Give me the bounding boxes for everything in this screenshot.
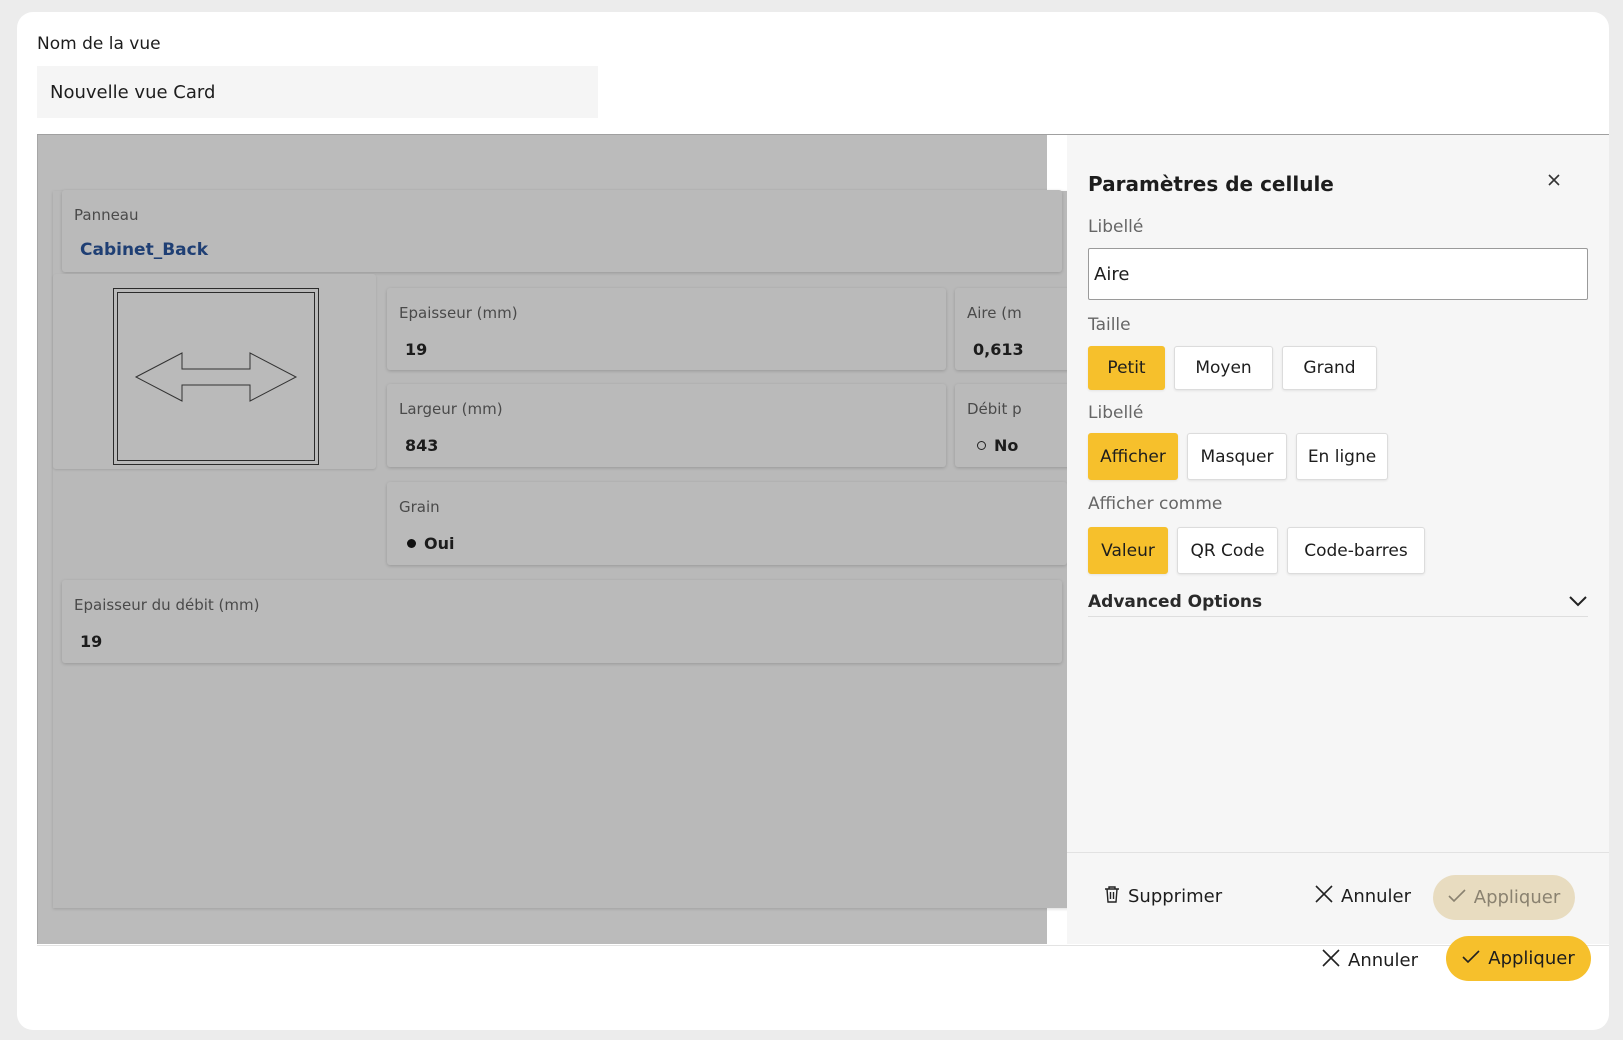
cell-value: Oui [407, 534, 454, 553]
cell-epaisseur-debit[interactable]: Epaisseur du débit (mm) 19 [62, 580, 1062, 663]
close-icon [1315, 885, 1333, 908]
cell-label: Aire (m [967, 304, 1022, 322]
close-icon [1548, 171, 1560, 190]
cell-value: 843 [405, 436, 439, 455]
cancel-label: Annuler [1341, 886, 1412, 907]
view-name-label: Nom de la vue [37, 34, 161, 54]
size-section-title: Taille [1088, 315, 1131, 335]
cell-settings-panel: Paramètres de cellule Libellé Aire Taill… [1067, 135, 1609, 944]
cell-value: 19 [405, 340, 428, 359]
show-as-qrcode-button[interactable]: QR Code [1177, 527, 1278, 574]
label-section-title: Libellé [1088, 217, 1144, 237]
chevron-down-icon [1568, 592, 1588, 611]
cell-label: Epaisseur du débit (mm) [74, 596, 260, 614]
cell-value-link[interactable]: Cabinet_Back [80, 240, 208, 260]
cell-image[interactable] [53, 274, 376, 469]
panel-title: Paramètres de cellule [1088, 172, 1334, 196]
label-hide-button[interactable]: Masquer [1187, 433, 1287, 480]
cancel-label: Annuler [1348, 949, 1419, 971]
show-as-value-button[interactable]: Valeur [1088, 527, 1168, 574]
size-medium-button[interactable]: Moyen [1174, 346, 1273, 390]
view-name-input[interactable]: Nouvelle vue Card [37, 66, 598, 118]
advanced-options-label: Advanced Options [1088, 591, 1263, 612]
grain-direction-icon [117, 292, 315, 461]
size-small-button[interactable]: Petit [1088, 346, 1165, 390]
cell-panneau[interactable]: Panneau Cabinet_Back [62, 190, 1062, 272]
label-show-button[interactable]: Afficher [1088, 433, 1178, 480]
panel-image-frame [113, 288, 319, 465]
label-inline-button[interactable]: En ligne [1296, 433, 1388, 480]
size-large-button[interactable]: Grand [1282, 346, 1377, 390]
cell-value: No [977, 436, 1018, 455]
show-as-options: Valeur QR Code Code-barres [1088, 527, 1425, 574]
cell-label: Largeur (mm) [399, 400, 503, 418]
card-canvas: Panneau Cabinet_Back Epaisseur (mm) 19 A… [37, 135, 1075, 944]
radio-filled-icon [407, 539, 416, 548]
label-input[interactable]: Aire [1088, 248, 1588, 300]
cell-value-text: No [994, 436, 1019, 455]
radio-empty-icon [977, 441, 986, 450]
size-options: Petit Moyen Grand [1088, 346, 1377, 390]
cell-epaisseur[interactable]: Epaisseur (mm) 19 [387, 288, 946, 370]
check-icon [1462, 948, 1480, 969]
cell-debit[interactable]: Débit p No [955, 384, 1075, 467]
show-as-section-title: Afficher comme [1088, 494, 1223, 514]
panel-footer: Supprimer Annuler Appliquer [1067, 852, 1609, 944]
display-label-options: Afficher Masquer En ligne [1088, 433, 1388, 480]
show-as-barcode-button[interactable]: Code-barres [1287, 527, 1425, 574]
delete-cell-button[interactable]: Supprimer [1104, 885, 1222, 908]
panel-cancel-button[interactable]: Annuler [1315, 885, 1411, 908]
close-panel-button[interactable] [1539, 165, 1569, 195]
apply-label: Appliquer [1473, 887, 1561, 908]
cell-label: Epaisseur (mm) [399, 304, 518, 322]
check-icon [1448, 887, 1466, 908]
trash-icon [1104, 885, 1120, 908]
cancel-button[interactable]: Annuler [1322, 940, 1418, 980]
card-editor: Panneau Cabinet_Back Epaisseur (mm) 19 A… [37, 134, 1609, 944]
cell-label: Débit p [967, 400, 1022, 418]
cell-label: Grain [399, 498, 440, 516]
advanced-options-toggle[interactable]: Advanced Options [1088, 587, 1588, 617]
close-icon [1322, 948, 1340, 972]
cell-largeur[interactable]: Largeur (mm) 843 [387, 384, 946, 467]
cell-label: Panneau [74, 206, 139, 224]
apply-button[interactable]: Appliquer [1446, 936, 1591, 981]
display-label-section-title: Libellé [1088, 403, 1144, 423]
view-editor-dialog: Nom de la vue Nouvelle vue Card Panneau … [17, 12, 1609, 1030]
apply-label: Appliquer [1488, 948, 1575, 969]
cell-aire[interactable]: Aire (m 0,613 [955, 288, 1075, 370]
cell-value-text: Oui [424, 534, 455, 553]
cell-value: 19 [80, 632, 103, 651]
panel-apply-button[interactable]: Appliquer [1433, 875, 1575, 920]
cell-value: 0,613 [973, 340, 1024, 359]
cell-grain[interactable]: Grain Oui [387, 482, 1067, 565]
delete-label: Supprimer [1128, 886, 1223, 907]
